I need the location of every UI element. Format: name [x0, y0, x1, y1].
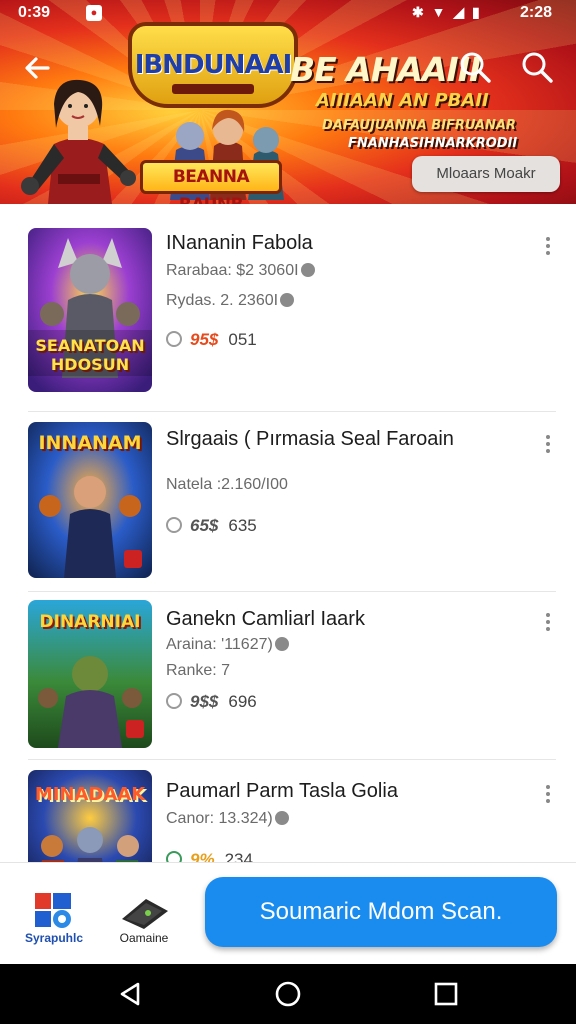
list-item[interactable]: MINADAAK Paumarl Parm Tasla Golia Canor:…: [0, 760, 576, 862]
nav-label: Syrapuhlc: [24, 931, 84, 945]
search-button-secondary[interactable]: [518, 48, 556, 86]
game-score: 9% 234: [166, 850, 253, 862]
meta-line: Rarabaa: $2 3060I: [166, 262, 299, 279]
nav-label: Oamaine: [119, 931, 169, 945]
status-time-right: 2:28: [520, 4, 553, 21]
game-meta: Rarabaa: $2 3060I: [166, 262, 315, 280]
meta-line: Natela :2.160/I00: [166, 476, 288, 493]
banner-tagline: DAFAUJUANNA BIFRUANAR: [322, 118, 516, 133]
score-badge: 9$$: [190, 692, 219, 711]
home-circle-icon: [275, 981, 301, 1007]
info-icon: [280, 293, 295, 307]
info-icon: [300, 263, 315, 277]
game-title: Paumarl Parm Tasla Golia: [166, 780, 398, 802]
list-item[interactable]: INNANAM Slrgaais ( Pırmasia Seal Faroain…: [0, 412, 576, 592]
game-title: INananin Fabola: [166, 232, 313, 254]
info-icon: [274, 811, 289, 825]
arrow-left-icon: [25, 57, 50, 79]
comment-icon: [166, 517, 182, 533]
game-list[interactable]: SEANATOAN HDOSUN INananin Fabola Rarabaa…: [0, 204, 576, 862]
list-item[interactable]: DINARNIAI Ganekn Camliarl Iaark Araina: …: [0, 592, 576, 760]
bottom-action-bar: Syrapuhlc Oamaine Soumaric Mdom Scan.: [0, 862, 576, 964]
system-recents-button[interactable]: [430, 978, 462, 1010]
comment-icon: [166, 693, 182, 709]
more-options-button[interactable]: [540, 782, 556, 810]
game-thumbnail[interactable]: MINADAAK: [28, 770, 152, 862]
banner-ribbon: BEANNA RAUNB: [140, 160, 282, 204]
game-meta: Natela :2.160/I00: [166, 476, 288, 494]
system-home-button[interactable]: [272, 978, 304, 1010]
meta-line: Rydas. 2. 2360I: [166, 292, 279, 309]
score-badge: 65$: [190, 516, 219, 535]
nav-item-syrapuhlc[interactable]: Syrapuhlc: [14, 885, 94, 955]
wifi-icon: ▼: [431, 4, 448, 20]
search-button[interactable]: [456, 48, 494, 86]
game-logo-emblem: IBNDUNAAI: [128, 22, 298, 108]
app-notification-icon: ●: [86, 5, 102, 21]
info-icon: [274, 637, 289, 651]
game-title: Slrgaais ( Pırmasia Seal Faroain: [166, 428, 454, 450]
search-icon: [522, 52, 553, 83]
app-grid-icon: [35, 893, 71, 928]
game-thumbnail[interactable]: SEANATOAN HDOSUN: [28, 228, 152, 392]
thumbnail-title: INNANAM: [38, 432, 142, 454]
back-button[interactable]: [20, 50, 56, 86]
game-thumbnail[interactable]: INNANAM: [28, 422, 152, 578]
comment-icon: [166, 331, 182, 347]
game-logo-text: IBNDUNAAI: [134, 50, 293, 80]
thumbnail-title: SEANATOAN HDOSUN: [35, 336, 145, 374]
comment-icon: [166, 851, 182, 862]
game-score: 9$$ 696: [166, 692, 257, 712]
back-triangle-icon: [120, 982, 140, 1006]
more-options-button[interactable]: [540, 610, 556, 638]
game-meta: Rydas. 2. 2360I: [166, 292, 295, 310]
score-badge: 95$: [190, 330, 219, 349]
game-banner[interactable]: IBNDUNAAI BEANNA RAUNB BE AHAAIII AIIIAA…: [0, 0, 576, 204]
app-screen: IBNDUNAAI BEANNA RAUNB BE AHAAIII AIIIAA…: [0, 0, 576, 1024]
game-meta: Canor: 13.324): [166, 810, 289, 828]
thumbnail-title: MINADAAK: [34, 784, 146, 805]
recents-square-icon: [434, 982, 458, 1006]
system-navigation-bar: [0, 964, 576, 1024]
logo-subbar: [172, 84, 254, 94]
hero-character-art: [21, 79, 136, 204]
status-bar: 0:39 ● ✱ ▼ ◢ ▮ 2:28: [0, 0, 576, 28]
status-time-left: 0:39: [18, 4, 51, 21]
game-device-icon: [122, 899, 168, 929]
game-score: 65$ 635: [166, 516, 257, 536]
thumbnail-title: DINARNIAI: [39, 612, 141, 632]
system-back-button[interactable]: [114, 978, 146, 1010]
search-icon: [460, 52, 491, 83]
meta-line: Ranke: 7: [166, 662, 231, 679]
score-value: 635: [228, 516, 257, 535]
banner-headline: BE AHAAIII: [290, 50, 481, 89]
scan-button[interactable]: Soumaric Mdom Scan.: [205, 877, 557, 947]
meta-line: Canor: 13.324): [166, 810, 273, 827]
score-value: 696: [228, 692, 257, 711]
more-options-button[interactable]: [540, 234, 556, 262]
battery-icon: ▮: [472, 4, 482, 20]
bluetooth-icon: ✱: [412, 4, 426, 20]
score-value: 051: [228, 330, 257, 349]
banner-tagline-2: FNANHASIHNARKRODII: [348, 136, 518, 151]
game-title: Ganekn Camliarl Iaark: [166, 608, 365, 630]
status-icons: ✱ ▼ ◢ ▮: [412, 4, 482, 21]
meta-line: Araina: '11627): [166, 636, 273, 653]
game-meta: Araina: '11627): [166, 636, 289, 654]
game-thumbnail[interactable]: DINARNIAI: [28, 600, 152, 748]
score-badge: 9%: [190, 850, 215, 862]
list-item[interactable]: SEANATOAN HDOSUN INananin Fabola Rarabaa…: [0, 204, 576, 412]
more-options-button[interactable]: [540, 432, 556, 460]
banner-chip-button[interactable]: Mloaars Moakr: [412, 156, 560, 192]
game-meta: Ranke: 7: [166, 662, 230, 680]
nav-item-oamaine[interactable]: Oamaine: [104, 885, 184, 955]
signal-icon: ◢: [453, 4, 467, 20]
score-value: 234: [224, 850, 253, 862]
banner-subheadline: AIIIAAN AN PBAII: [316, 90, 489, 111]
game-score: 95$ 051: [166, 330, 257, 350]
